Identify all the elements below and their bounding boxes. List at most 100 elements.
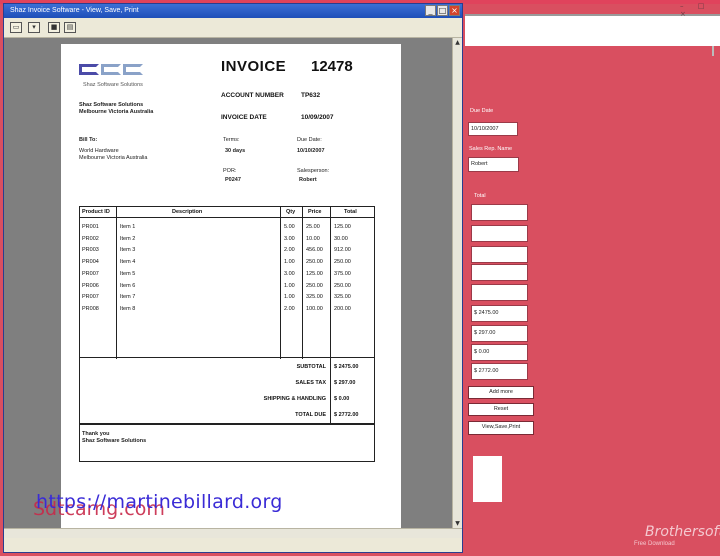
total-due-value: $ 2772.00 (334, 412, 359, 418)
sales-rep-field-label: Sales Rep. Name (469, 146, 513, 152)
table-row: PR008 Item 8 2.00 100.00 200.00 (80, 305, 374, 315)
right-window-controls[interactable]: – □ × (680, 2, 718, 18)
reset-button[interactable]: Reset (468, 403, 534, 416)
due-date-field[interactable]: 10/10/2007 (468, 122, 518, 136)
total-field[interactable] (471, 284, 528, 301)
company-logo (79, 62, 149, 75)
right-panel-scroll-edge (712, 46, 714, 56)
print-setup-icon[interactable]: ▾ (28, 22, 40, 33)
cell-price: 456.00 (306, 247, 323, 254)
vertical-scrollbar[interactable]: ▲ ▼ (452, 38, 462, 528)
totals-section: SUBTOTAL $ 2475.00 SALES TAX $ 297.00 SH… (79, 358, 375, 424)
cell-total: 325.00 (334, 294, 351, 301)
cell-id: PR002 (82, 235, 99, 242)
line-items-table: Product ID Description Qty Price Total P… (79, 206, 375, 359)
cell-price: 10.00 (306, 235, 320, 242)
total-field[interactable] (471, 264, 528, 281)
bill-to-label: Bill To: (79, 137, 98, 143)
print-icon[interactable]: ▤ (64, 22, 76, 33)
cell-price: 250.00 (306, 282, 323, 289)
cell-total: 125.00 (334, 224, 351, 230)
salesperson-value: Robert (299, 177, 317, 183)
cell-qty: 5.00 (284, 224, 295, 230)
invoice-title: INVOICE (221, 58, 287, 75)
account-number-label: ACCOUNT NUMBER (221, 92, 284, 99)
bill-to-name: World Hardware (79, 148, 119, 154)
total-field[interactable] (471, 225, 528, 242)
cell-id: PR001 (82, 224, 99, 230)
shipping-value: $ 0.00 (334, 396, 350, 402)
cell-qty: 2.00 (284, 247, 295, 254)
invoice-page: Shaz Software Solutions INVOICE 12478 AC… (61, 44, 401, 528)
terms-label: Terms: (223, 137, 240, 143)
thank-you-box: Thank you Shaz Software Solutions (79, 424, 375, 462)
cell-desc: Item 8 (120, 305, 136, 312)
table-row: PR007 Item 7 1.00 325.00 325.00 (80, 293, 374, 303)
subtotal-value: $ 2475.00 (334, 364, 359, 370)
shipping-label: SHIPPING & HANDLING (263, 396, 326, 402)
invoice-date-label: INVOICE DATE (221, 114, 267, 121)
total-due-label: TOTAL DUE (295, 412, 326, 418)
viewer-toolbar: ▭ ▾ ■ ▤ (4, 18, 462, 38)
blank-preview-box (473, 456, 502, 502)
horizontal-scrollbar[interactable] (4, 528, 462, 538)
open-folder-icon[interactable]: ▭ (10, 22, 22, 33)
cell-id: PR008 (82, 305, 99, 312)
document-area: Shaz Software Solutions INVOICE 12478 AC… (4, 38, 452, 528)
por-value: P0247 (225, 177, 241, 183)
table-row: PR003 Item 3 2.00 456.00 912.00 (80, 246, 374, 256)
cell-id: PR004 (82, 259, 99, 266)
total-due-field[interactable]: $ 2772.00 (471, 363, 528, 380)
terms-value: 30 days (225, 148, 246, 154)
table-row: PR002 Item 2 3.00 10.00 30.00 (80, 235, 374, 245)
invoice-number: 12478 (311, 58, 353, 75)
cell-qty: 3.00 (284, 270, 295, 277)
subtotal-field[interactable]: $ 2475.00 (471, 305, 528, 322)
minimize-button[interactable]: _ (425, 5, 436, 16)
table-row: PR006 Item 6 1.00 250.00 250.00 (80, 282, 374, 292)
cell-desc: Item 2 (120, 235, 136, 242)
viewer-titlebar[interactable]: Shaz Invoice Software - View, Save, Prin… (4, 4, 462, 18)
view-save-print-button[interactable]: View,Save,Print (468, 421, 534, 435)
cell-total: 250.00 (334, 259, 351, 266)
due-date-value: 10/10/2007 (297, 148, 325, 154)
right-panel-header-area (465, 16, 720, 46)
thank-you-company: Shaz Software Solutions (82, 438, 147, 444)
company-name: Shaz Software Solutions (79, 102, 144, 108)
table-row: PR004 Item 4 1.00 250.00 250.00 (80, 258, 374, 268)
sales-tax-value: $ 297.00 (334, 380, 356, 386)
window-title: Shaz Invoice Software - View, Save, Prin… (10, 7, 139, 14)
maximize-button[interactable]: □ (437, 5, 448, 16)
sales-tax-field[interactable]: $ 297.00 (471, 325, 528, 342)
cell-qty: 2.00 (284, 305, 295, 312)
sales-rep-field[interactable]: Robert (468, 157, 519, 172)
brothersoft-watermark: Brothersoft (645, 524, 720, 540)
scroll-down-arrow-icon[interactable]: ▼ (453, 519, 462, 528)
column-header-total: Total (344, 209, 357, 215)
invoice-viewer-window: Shaz Invoice Software - View, Save, Prin… (3, 3, 463, 553)
total-field[interactable] (471, 204, 528, 221)
due-date-label: Due Date: (297, 137, 322, 143)
total-column-label: Total (474, 193, 486, 199)
cell-id: PR006 (82, 282, 99, 289)
cell-desc: Item 5 (120, 270, 136, 277)
save-icon[interactable]: ■ (48, 22, 60, 33)
company-tagline: Shaz Software Solutions (83, 82, 143, 88)
add-more-button[interactable]: Add more (468, 386, 534, 399)
cell-price: 325.00 (306, 294, 323, 301)
cell-price: 250.00 (306, 259, 323, 266)
close-button[interactable]: × (449, 5, 460, 16)
totals-divider (330, 358, 331, 424)
bill-to-address: Melbourne Victoria Australia (79, 155, 148, 161)
total-field[interactable] (471, 246, 528, 263)
scroll-up-arrow-icon[interactable]: ▲ (453, 38, 462, 47)
watermark-site-b: https://martinebillard.org (36, 491, 283, 513)
subtotal-label: SUBTOTAL (296, 364, 326, 370)
cell-desc: Item 7 (120, 294, 136, 301)
cell-desc: Item 1 (120, 224, 136, 230)
cell-price: 25.00 (306, 224, 320, 230)
shipping-field[interactable]: $ 0.00 (471, 344, 528, 361)
table-row: PR007 Item 5 3.00 125.00 375.00 (80, 270, 374, 280)
cell-price: 125.00 (306, 270, 323, 277)
cell-qty: 1.00 (284, 282, 295, 289)
